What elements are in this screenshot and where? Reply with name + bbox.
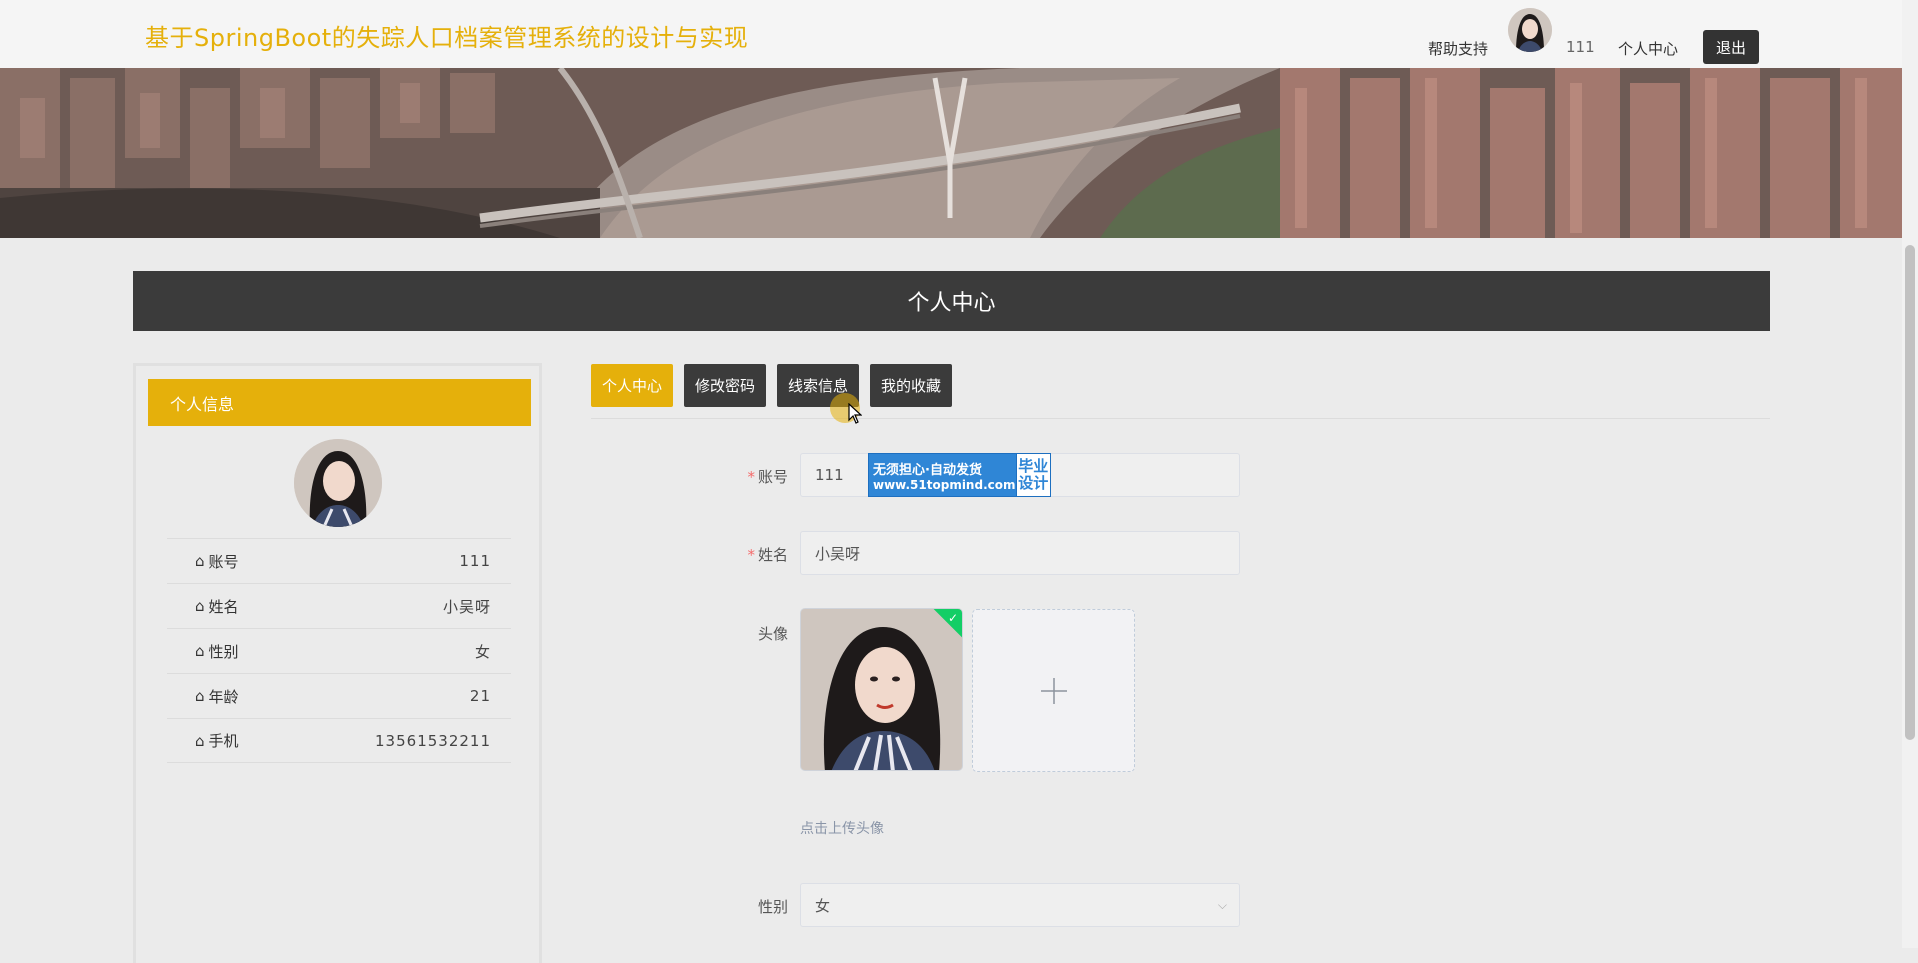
tab-my-favorites[interactable]: 我的收藏 <box>870 364 953 407</box>
info-label: 姓名 <box>208 597 239 616</box>
watermark-text: 无须担心·自动发货 <box>873 462 982 478</box>
list-item: ⌂ 性别 女 <box>167 628 511 673</box>
site-title[interactable]: 基于SpringBoot的失踪人口档案管理系统的设计与实现 <box>145 18 748 53</box>
help-support-link[interactable]: 帮助支持 <box>1428 38 1488 59</box>
scrollbar-thumb[interactable] <box>1905 245 1915 740</box>
profile-info-list: ⌂ 账号 111 ⌂ 姓名 小吴呀 ⌂ 性别 女 ⌂ 年龄 21 ⌂ 手机 1356153… <box>167 538 511 763</box>
upload-avatar-button[interactable] <box>972 609 1135 772</box>
header-avatar[interactable] <box>1508 8 1552 52</box>
plus-icon <box>1040 677 1067 704</box>
profile-tabs: 个人中心 修改密码 线索信息 我的收藏 <box>591 364 953 407</box>
avatar-portrait-icon <box>1508 8 1552 52</box>
banner-carousel[interactable] <box>0 68 1902 238</box>
header-personal-center-link[interactable]: 个人中心 <box>1618 38 1678 59</box>
section-title-bar: 个人中心 <box>133 271 1770 331</box>
upload-tip: 点击上传头像 <box>800 821 884 837</box>
header-username: 111 <box>1566 38 1595 56</box>
profile-card-heading: 个人信息 <box>148 379 531 426</box>
mouse-cursor-icon <box>848 403 862 424</box>
list-item: ⌂ 手机 13561532211 <box>167 718 511 763</box>
info-label: 账号 <box>208 552 239 571</box>
info-label: 性别 <box>208 642 239 661</box>
watermark-url: www.51topmind.com <box>873 477 1016 492</box>
list-item: ⌂ 年龄 21 <box>167 673 511 718</box>
tab-change-password[interactable]: 修改密码 <box>684 364 767 407</box>
gender-label: 性别 <box>757 898 788 916</box>
info-value: 111 <box>459 552 491 570</box>
required-icon: * <box>747 468 755 486</box>
home-icon: ⌂ <box>195 687 205 705</box>
tab-personal-center[interactable]: 个人中心 <box>591 364 674 407</box>
avatar-label: 头像 <box>757 625 788 643</box>
name-label: * 姓名 <box>747 546 788 564</box>
profile-card: 个人信息 ⌂ 账号 111 ⌂ 姓名 小吴呀 ⌂ 性别 女 ⌂ 年龄 21 ⌂ 手机 13… <box>133 363 542 963</box>
home-icon: ⌂ <box>195 731 205 750</box>
watermark-banner: 无须担心·自动发货 www.51topmind.com 毕业 设计 <box>868 453 1051 497</box>
home-icon: ⌂ <box>195 597 205 615</box>
section-title: 个人中心 <box>907 291 996 316</box>
page-scrollbar[interactable] <box>1902 0 1918 948</box>
profile-avatar <box>294 439 382 527</box>
top-header: 基于SpringBoot的失踪人口档案管理系统的设计与实现 帮助支持 111 个… <box>0 0 1902 68</box>
name-input[interactable]: 小吴呀 <box>800 531 1240 575</box>
watermark-badge: 设计 <box>1018 474 1049 492</box>
info-label: 年龄 <box>208 687 239 706</box>
uploaded-avatar[interactable]: ✓ <box>800 608 963 771</box>
info-value: 女 <box>474 642 491 661</box>
account-label: * 账号 <box>747 468 788 486</box>
list-item: ⌂ 账号 111 <box>167 538 511 583</box>
info-value: 13561532211 <box>375 731 491 750</box>
required-icon: * <box>747 546 755 564</box>
chevron-down-icon: ⌵ <box>1217 898 1227 912</box>
tab-divider <box>591 418 1770 419</box>
city-bridge-photo <box>0 68 1902 238</box>
home-icon: ⌂ <box>195 552 205 570</box>
home-icon: ⌂ <box>195 642 205 660</box>
avatar-portrait-icon <box>294 439 382 527</box>
logout-button[interactable]: 退出 <box>1703 30 1759 64</box>
check-icon: ✓ <box>947 611 958 625</box>
info-value: 21 <box>469 687 491 705</box>
info-value: 小吴呀 <box>442 597 491 616</box>
gender-select[interactable]: 女 ⌵ <box>800 883 1240 927</box>
info-label: 手机 <box>208 732 239 750</box>
avatar-portrait-icon <box>801 609 962 770</box>
watermark-badge: 毕业 <box>1018 457 1049 475</box>
list-item: ⌂ 姓名 小吴呀 <box>167 583 511 628</box>
